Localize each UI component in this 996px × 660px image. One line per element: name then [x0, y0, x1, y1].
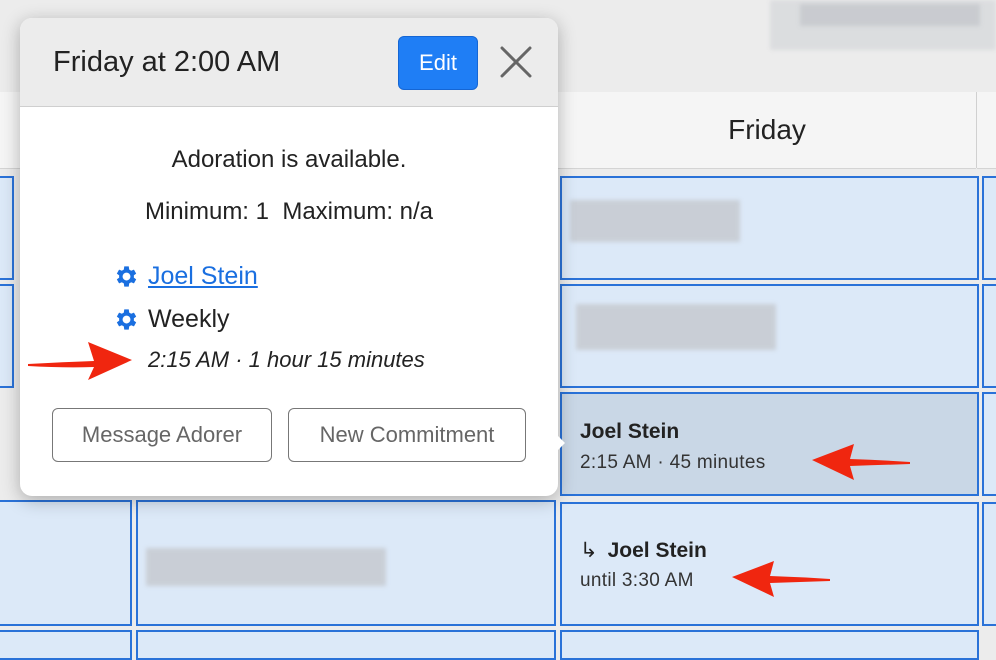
- blurred-cell-content: [570, 200, 740, 242]
- calendar-cell[interactable]: [136, 500, 556, 626]
- slot-duration-text: 2:15 AM · 1 hour 15 minutes: [148, 347, 425, 372]
- annotation-arrow-icon: [28, 342, 132, 380]
- calendar-cell[interactable]: [560, 284, 979, 388]
- frequency-text: Weekly: [148, 305, 230, 333]
- continuation-row: ↳ Joel Stein: [580, 538, 707, 563]
- calendar-cell[interactable]: [560, 176, 979, 280]
- annotation-arrow-icon: [812, 444, 910, 480]
- edit-button[interactable]: Edit: [398, 36, 478, 90]
- message-adorer-button[interactable]: Message Adorer: [52, 408, 272, 462]
- availability-text: Adoration is available.: [171, 146, 407, 173]
- timeslot-popover: Friday at 2:00 AM Edit Adoration is avai…: [20, 18, 565, 496]
- popover-pointer: [552, 430, 565, 456]
- calendar-cell[interactable]: [0, 500, 132, 626]
- min-max-text: Minimum: 1 Maximum: n/a: [144, 198, 434, 225]
- calendar-cell[interactable]: [982, 176, 996, 280]
- calendar-cell[interactable]: [982, 502, 996, 626]
- gear-icon[interactable]: [112, 263, 139, 290]
- annotation-arrow-icon: [732, 561, 830, 597]
- commitment-time: 2:15 AM · 45 minutes: [580, 452, 766, 473]
- new-commitment-button[interactable]: New Commitment: [288, 408, 526, 462]
- adorer-name: Joel Stein: [607, 539, 707, 562]
- calendar-cell[interactable]: [982, 392, 996, 496]
- column-header-right: [977, 92, 996, 169]
- popover-header: Friday at 2:00 AM Edit: [20, 18, 558, 107]
- blurred-top-text: [800, 4, 980, 26]
- column-header-friday: Friday: [558, 92, 976, 169]
- calendar-cell[interactable]: [560, 630, 979, 660]
- calendar-cell[interactable]: [0, 630, 132, 660]
- column-header-left: [0, 92, 22, 169]
- calendar-cell-selected[interactable]: Joel Stein 2:15 AM · 45 minutes: [560, 392, 979, 496]
- gear-icon[interactable]: [112, 306, 139, 333]
- calendar-cell[interactable]: [136, 630, 556, 660]
- adorer-link[interactable]: Joel Stein: [148, 262, 258, 291]
- adorer-name: Joel Stein: [580, 420, 680, 443]
- frequency-row: Weekly: [112, 305, 230, 334]
- popover-title: Friday at 2:00 AM: [53, 46, 281, 78]
- adorer-row: Joel Stein: [112, 262, 258, 291]
- close-icon[interactable]: [498, 44, 534, 80]
- calendar-cell[interactable]: [0, 284, 14, 388]
- column-header-label: Friday: [728, 114, 806, 145]
- continuation-time: until 3:30 AM: [580, 570, 694, 591]
- calendar-cell[interactable]: [0, 176, 14, 280]
- blurred-cell-content: [146, 548, 386, 586]
- blurred-cell-content: [576, 304, 776, 350]
- calendar-cell[interactable]: [982, 284, 996, 388]
- continuation-arrow-icon: ↳: [580, 539, 598, 562]
